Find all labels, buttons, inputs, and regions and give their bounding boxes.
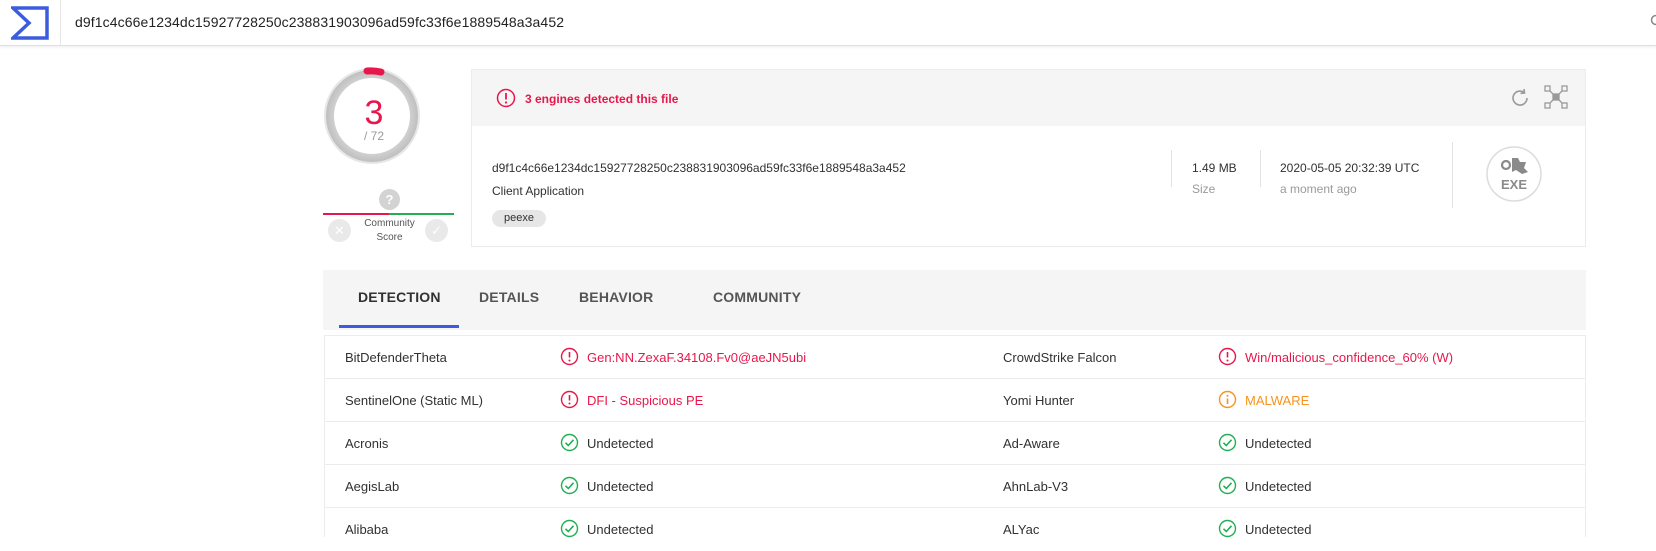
tab-bar: DETECTION DETAILS BEHAVIOR COMMUNITY bbox=[323, 270, 1586, 330]
graph-icon[interactable] bbox=[1544, 85, 1568, 109]
vote-harmless-icon[interactable]: ✓ bbox=[425, 219, 448, 242]
divider bbox=[1260, 150, 1261, 187]
table-row: Alibaba Undetected ALYac Undetected bbox=[325, 508, 1585, 551]
community-score-label: Community Score bbox=[357, 217, 422, 245]
engine-name: Yomi Hunter bbox=[1003, 393, 1074, 408]
engine-name: BitDefenderTheta bbox=[345, 350, 447, 365]
engine-name: CrowdStrike Falcon bbox=[1003, 350, 1116, 365]
detection-score: 3 / 72 bbox=[324, 66, 428, 170]
file-summary-card: 3 engines detected this file d9f1c4c66e1… bbox=[471, 69, 1586, 247]
suspicious-icon bbox=[1218, 390, 1237, 409]
engine-name: Ad-Aware bbox=[1003, 436, 1060, 451]
reanalyze-icon[interactable] bbox=[1509, 87, 1531, 109]
detection-result: DFI - Suspicious PE bbox=[587, 393, 703, 408]
detection-alert-text: 3 engines detected this file bbox=[525, 92, 678, 106]
total-engines: / 72 bbox=[324, 129, 424, 143]
svg-text:EXE: EXE bbox=[1501, 177, 1527, 192]
detection-result: Gen:NN.ZexaF.34108.Fv0@aeJN5ubi bbox=[587, 350, 806, 365]
undetected-check-icon bbox=[1218, 519, 1237, 538]
file-size-value: 1.49 MB bbox=[1192, 161, 1237, 175]
file-type: Client Application bbox=[492, 184, 584, 198]
active-tab-indicator bbox=[339, 325, 459, 328]
search-icon[interactable] bbox=[1650, 14, 1656, 28]
community-score: ? ✕ Community Score ✓ bbox=[324, 190, 454, 250]
detection-result: Undetected bbox=[587, 479, 654, 494]
divider bbox=[1171, 150, 1172, 187]
detection-result: Undetected bbox=[587, 522, 654, 537]
detection-result: Undetected bbox=[1245, 522, 1312, 537]
engine-name: Acronis bbox=[345, 436, 388, 451]
table-row: AegisLab Undetected AhnLab-V3 Undetected bbox=[325, 465, 1585, 508]
malicious-icon bbox=[1218, 347, 1237, 366]
top-bar: d9f1c4c66e1234dc15927728250c238831903096… bbox=[0, 0, 1656, 46]
undetected-check-icon bbox=[560, 519, 579, 538]
tab-behavior[interactable]: BEHAVIOR bbox=[579, 289, 653, 305]
engine-name: AegisLab bbox=[345, 479, 399, 494]
analysis-date: 2020-05-05 20:32:39 UTC bbox=[1280, 161, 1419, 175]
detection-result: Undetected bbox=[1245, 436, 1312, 451]
community-bar-positive bbox=[389, 213, 454, 215]
detection-result: MALWARE bbox=[1245, 393, 1309, 408]
detections-table: BitDefenderTheta Gen:NN.ZexaF.34108.Fv0@… bbox=[324, 335, 1586, 537]
search-input[interactable]: d9f1c4c66e1234dc15927728250c238831903096… bbox=[75, 14, 564, 30]
file-size-label: Size bbox=[1192, 182, 1215, 196]
undetected-check-icon bbox=[1218, 476, 1237, 495]
undetected-check-icon bbox=[560, 476, 579, 495]
undetected-check-icon bbox=[1218, 433, 1237, 452]
detected-count: 3 bbox=[324, 94, 424, 133]
file-hash[interactable]: d9f1c4c66e1234dc15927728250c238831903096… bbox=[492, 161, 906, 175]
tab-community[interactable]: COMMUNITY bbox=[713, 289, 801, 305]
table-row: Acronis Undetected Ad-Aware Undetected bbox=[325, 422, 1585, 465]
alert-icon bbox=[496, 88, 516, 108]
tab-detection[interactable]: DETECTION bbox=[358, 289, 441, 305]
undetected-check-icon bbox=[560, 433, 579, 452]
vote-harmful-icon[interactable]: ✕ bbox=[328, 219, 351, 242]
detection-result: Win/malicious_confidence_60% (W) bbox=[1245, 350, 1453, 365]
analysis-relative-time: a moment ago bbox=[1280, 182, 1357, 196]
detection-result: Undetected bbox=[587, 436, 654, 451]
malicious-icon bbox=[560, 347, 579, 366]
engine-name: AhnLab-V3 bbox=[1003, 479, 1068, 494]
detection-result: Undetected bbox=[1245, 479, 1312, 494]
table-row: SentinelOne (Static ML) DFI - Suspicious… bbox=[325, 379, 1585, 422]
virustotal-logo-icon[interactable] bbox=[0, 0, 61, 46]
question-icon: ? bbox=[379, 189, 400, 210]
table-row: BitDefenderTheta Gen:NN.ZexaF.34108.Fv0@… bbox=[325, 336, 1585, 379]
engine-name: SentinelOne (Static ML) bbox=[345, 393, 483, 408]
community-bar-negative bbox=[323, 213, 389, 215]
engine-name: ALYac bbox=[1003, 522, 1039, 537]
engine-name: Alibaba bbox=[345, 522, 388, 537]
malicious-icon bbox=[560, 390, 579, 409]
file-tag[interactable]: peexe bbox=[492, 210, 546, 227]
summary-header: 3 engines detected this file bbox=[472, 70, 1585, 126]
tab-details[interactable]: DETAILS bbox=[479, 289, 539, 305]
exe-file-icon: EXE bbox=[1486, 146, 1542, 202]
divider bbox=[1452, 142, 1453, 208]
